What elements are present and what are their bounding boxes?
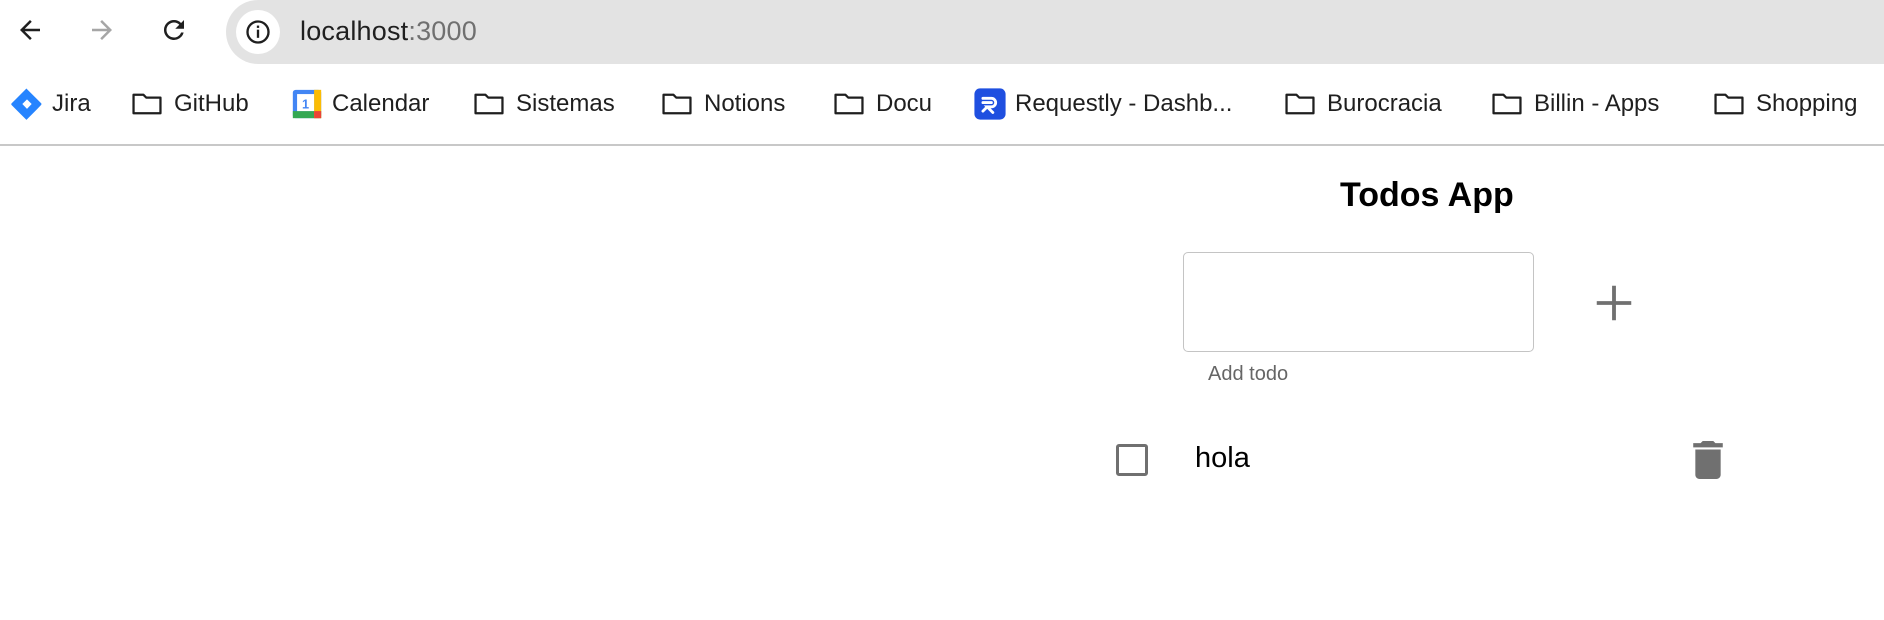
browser-toolbar: localhost:3000 xyxy=(0,0,1884,64)
bookmark-docu[interactable]: Docu xyxy=(832,84,932,124)
url-text[interactable]: localhost:3000 xyxy=(300,14,477,48)
bookmark-label: Jira xyxy=(52,90,91,117)
bookmark-label: Calendar xyxy=(332,90,430,117)
calendar-icon: 1 xyxy=(290,87,324,121)
site-info-button[interactable] xyxy=(236,10,280,54)
back-button[interactable] xyxy=(10,10,50,50)
bookmark-sistemas[interactable]: Sistemas xyxy=(472,84,615,124)
bookmark-label: Burocracia xyxy=(1327,90,1442,117)
bookmark-burocracia[interactable]: Burocracia xyxy=(1283,84,1442,124)
svg-text:1: 1 xyxy=(302,96,309,111)
url-port: :3000 xyxy=(408,16,477,46)
bookmark-requestly[interactable]: Requestly - Dashb... xyxy=(973,84,1232,124)
bookmark-label: Billin - Apps xyxy=(1534,90,1660,117)
bookmark-notions[interactable]: Notions xyxy=(660,84,785,124)
bookmark-label: GitHub xyxy=(174,90,249,117)
folder-icon xyxy=(1490,87,1524,121)
folder-icon xyxy=(472,87,506,121)
add-todo-button[interactable] xyxy=(1589,278,1639,328)
reload-icon xyxy=(163,19,184,40)
forward-button[interactable] xyxy=(82,10,122,50)
bookmark-label: Notions xyxy=(704,90,786,117)
bookmark-label: Shopping xyxy=(1756,90,1858,117)
bookmark-label: Docu xyxy=(876,90,933,117)
bookmark-shopping[interactable]: Shopping xyxy=(1712,84,1857,124)
bookmark-jira[interactable]: Jira xyxy=(10,84,91,124)
trash-icon xyxy=(1693,441,1723,479)
reload-button[interactable] xyxy=(154,10,194,50)
folder-icon xyxy=(130,87,164,121)
bookmark-label: Requestly - Dashb... xyxy=(1015,90,1233,117)
delete-todo-button[interactable] xyxy=(1690,440,1726,480)
folder-icon xyxy=(832,87,866,121)
url-host: localhost xyxy=(300,16,409,46)
requestly-icon xyxy=(973,87,1007,121)
plus-icon xyxy=(1596,285,1632,321)
arrow-back-icon xyxy=(20,20,40,40)
bookmarks-bar: Jira GitHub 1 Calendar Sistemas Notions … xyxy=(0,84,1884,124)
arrow-forward-icon xyxy=(92,20,112,40)
jira-icon xyxy=(10,87,44,121)
info-icon xyxy=(246,20,270,44)
bookmark-github[interactable]: GitHub xyxy=(130,84,249,124)
toolbar-divider xyxy=(0,144,1884,146)
page-title: Todos App xyxy=(1340,176,1514,214)
todo-input-helper-text: Add todo xyxy=(1208,363,1289,385)
folder-icon xyxy=(1712,87,1746,121)
todo-text: hola xyxy=(1195,442,1250,474)
bookmark-calendar[interactable]: 1 Calendar xyxy=(290,84,429,124)
bookmark-label: Sistemas xyxy=(516,90,615,117)
todo-checkbox[interactable] xyxy=(1116,444,1148,476)
todo-input[interactable] xyxy=(1183,252,1534,352)
bookmark-billin-apps[interactable]: Billin - Apps xyxy=(1490,84,1659,124)
todo-item: hola xyxy=(1100,430,1740,488)
folder-icon xyxy=(1283,87,1317,121)
address-bar[interactable]: localhost:3000 xyxy=(226,0,1884,64)
folder-icon xyxy=(660,87,694,121)
